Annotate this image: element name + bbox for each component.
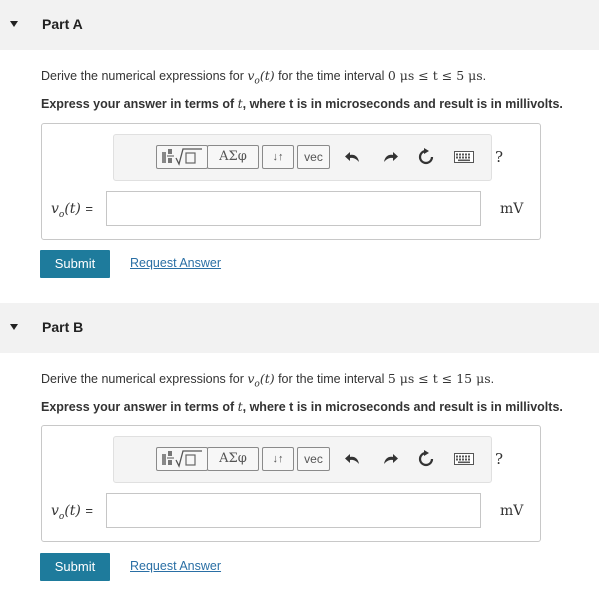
greek-symbols-button[interactable]: ΑΣφ bbox=[207, 447, 259, 471]
answer-box: ΑΣφ ↓↑ vec ? vo(t) = mV bbox=[41, 123, 541, 240]
question-mid: for the time interval bbox=[274, 69, 388, 83]
instruction-text: Express your answer in terms of t, where… bbox=[41, 96, 563, 111]
question-mid: for the time interval bbox=[274, 372, 388, 386]
var-arg: (t) bbox=[259, 68, 275, 83]
keyboard-icon[interactable] bbox=[453, 148, 475, 168]
question-prefix: Derive the numerical expressions for bbox=[41, 372, 248, 386]
part-title: Part A bbox=[42, 16, 83, 32]
arrows-button[interactable]: ↓↑ bbox=[262, 447, 294, 471]
templates-button[interactable] bbox=[156, 145, 208, 169]
keyboard-icon[interactable] bbox=[453, 450, 475, 470]
var-arg: (t) bbox=[259, 371, 275, 386]
arrows-button[interactable]: ↓↑ bbox=[262, 145, 294, 169]
fraction-sqrt-template-icon bbox=[162, 148, 202, 166]
instruction-a: Express your answer in terms of bbox=[41, 400, 238, 414]
reset-icon[interactable] bbox=[416, 148, 436, 168]
collapse-caret-icon[interactable] bbox=[10, 324, 18, 330]
redo-icon[interactable] bbox=[380, 148, 400, 168]
unit-label: mV bbox=[500, 503, 524, 519]
unit-label: mV bbox=[500, 201, 524, 217]
help-button[interactable]: ? bbox=[489, 450, 509, 470]
part-title: Part B bbox=[42, 319, 84, 335]
collapse-caret-icon[interactable] bbox=[10, 21, 18, 27]
question-end: . bbox=[482, 69, 487, 83]
request-answer-link[interactable]: Request Answer bbox=[130, 256, 221, 270]
fraction-sqrt-template-icon bbox=[162, 450, 202, 468]
vec-button[interactable]: vec bbox=[297, 447, 330, 471]
time-interval: 5 μs ≤ t ≤ 15 μs bbox=[387, 371, 491, 386]
answer-label: vo(t) = bbox=[51, 503, 93, 522]
instruction-b: , where t is in microseconds and result … bbox=[242, 97, 563, 111]
time-interval: 0 μs ≤ t ≤ 5 μs bbox=[387, 68, 483, 83]
reset-icon[interactable] bbox=[416, 450, 436, 470]
part-b-header[interactable]: Part B bbox=[0, 303, 599, 353]
instruction-a: Express your answer in terms of bbox=[41, 97, 238, 111]
answer-box: ΑΣφ ↓↑ vec ? vo(t) = mV bbox=[41, 425, 541, 542]
vo-symbol: vo(t) bbox=[247, 68, 275, 87]
instruction-b: , where t is in microseconds and result … bbox=[242, 400, 563, 414]
undo-icon[interactable] bbox=[343, 450, 363, 470]
redo-icon[interactable] bbox=[380, 450, 400, 470]
instruction-text: Express your answer in terms of t, where… bbox=[41, 399, 563, 414]
greek-symbols-button[interactable]: ΑΣφ bbox=[207, 145, 259, 169]
request-answer-link[interactable]: Request Answer bbox=[130, 559, 221, 573]
question-text: Derive the numerical expressions for vo(… bbox=[41, 68, 486, 87]
templates-button[interactable] bbox=[156, 447, 208, 471]
answer-input[interactable] bbox=[106, 493, 481, 528]
vo-symbol: vo(t) bbox=[247, 371, 275, 390]
question-prefix: Derive the numerical expressions for bbox=[41, 69, 248, 83]
undo-icon[interactable] bbox=[343, 148, 363, 168]
part-a-header[interactable]: Part A bbox=[0, 0, 599, 50]
submit-button[interactable]: Submit bbox=[40, 250, 110, 278]
math-toolbar: ΑΣφ ↓↑ vec ? bbox=[113, 436, 503, 483]
math-toolbar: ΑΣφ ↓↑ vec ? bbox=[113, 134, 503, 181]
answer-input[interactable] bbox=[106, 191, 481, 226]
submit-button[interactable]: Submit bbox=[40, 553, 110, 581]
question-text: Derive the numerical expressions for vo(… bbox=[41, 371, 494, 390]
help-button[interactable]: ? bbox=[489, 148, 509, 168]
question-end: . bbox=[490, 372, 495, 386]
answer-label: vo(t) = bbox=[51, 201, 93, 220]
vec-button[interactable]: vec bbox=[297, 145, 330, 169]
